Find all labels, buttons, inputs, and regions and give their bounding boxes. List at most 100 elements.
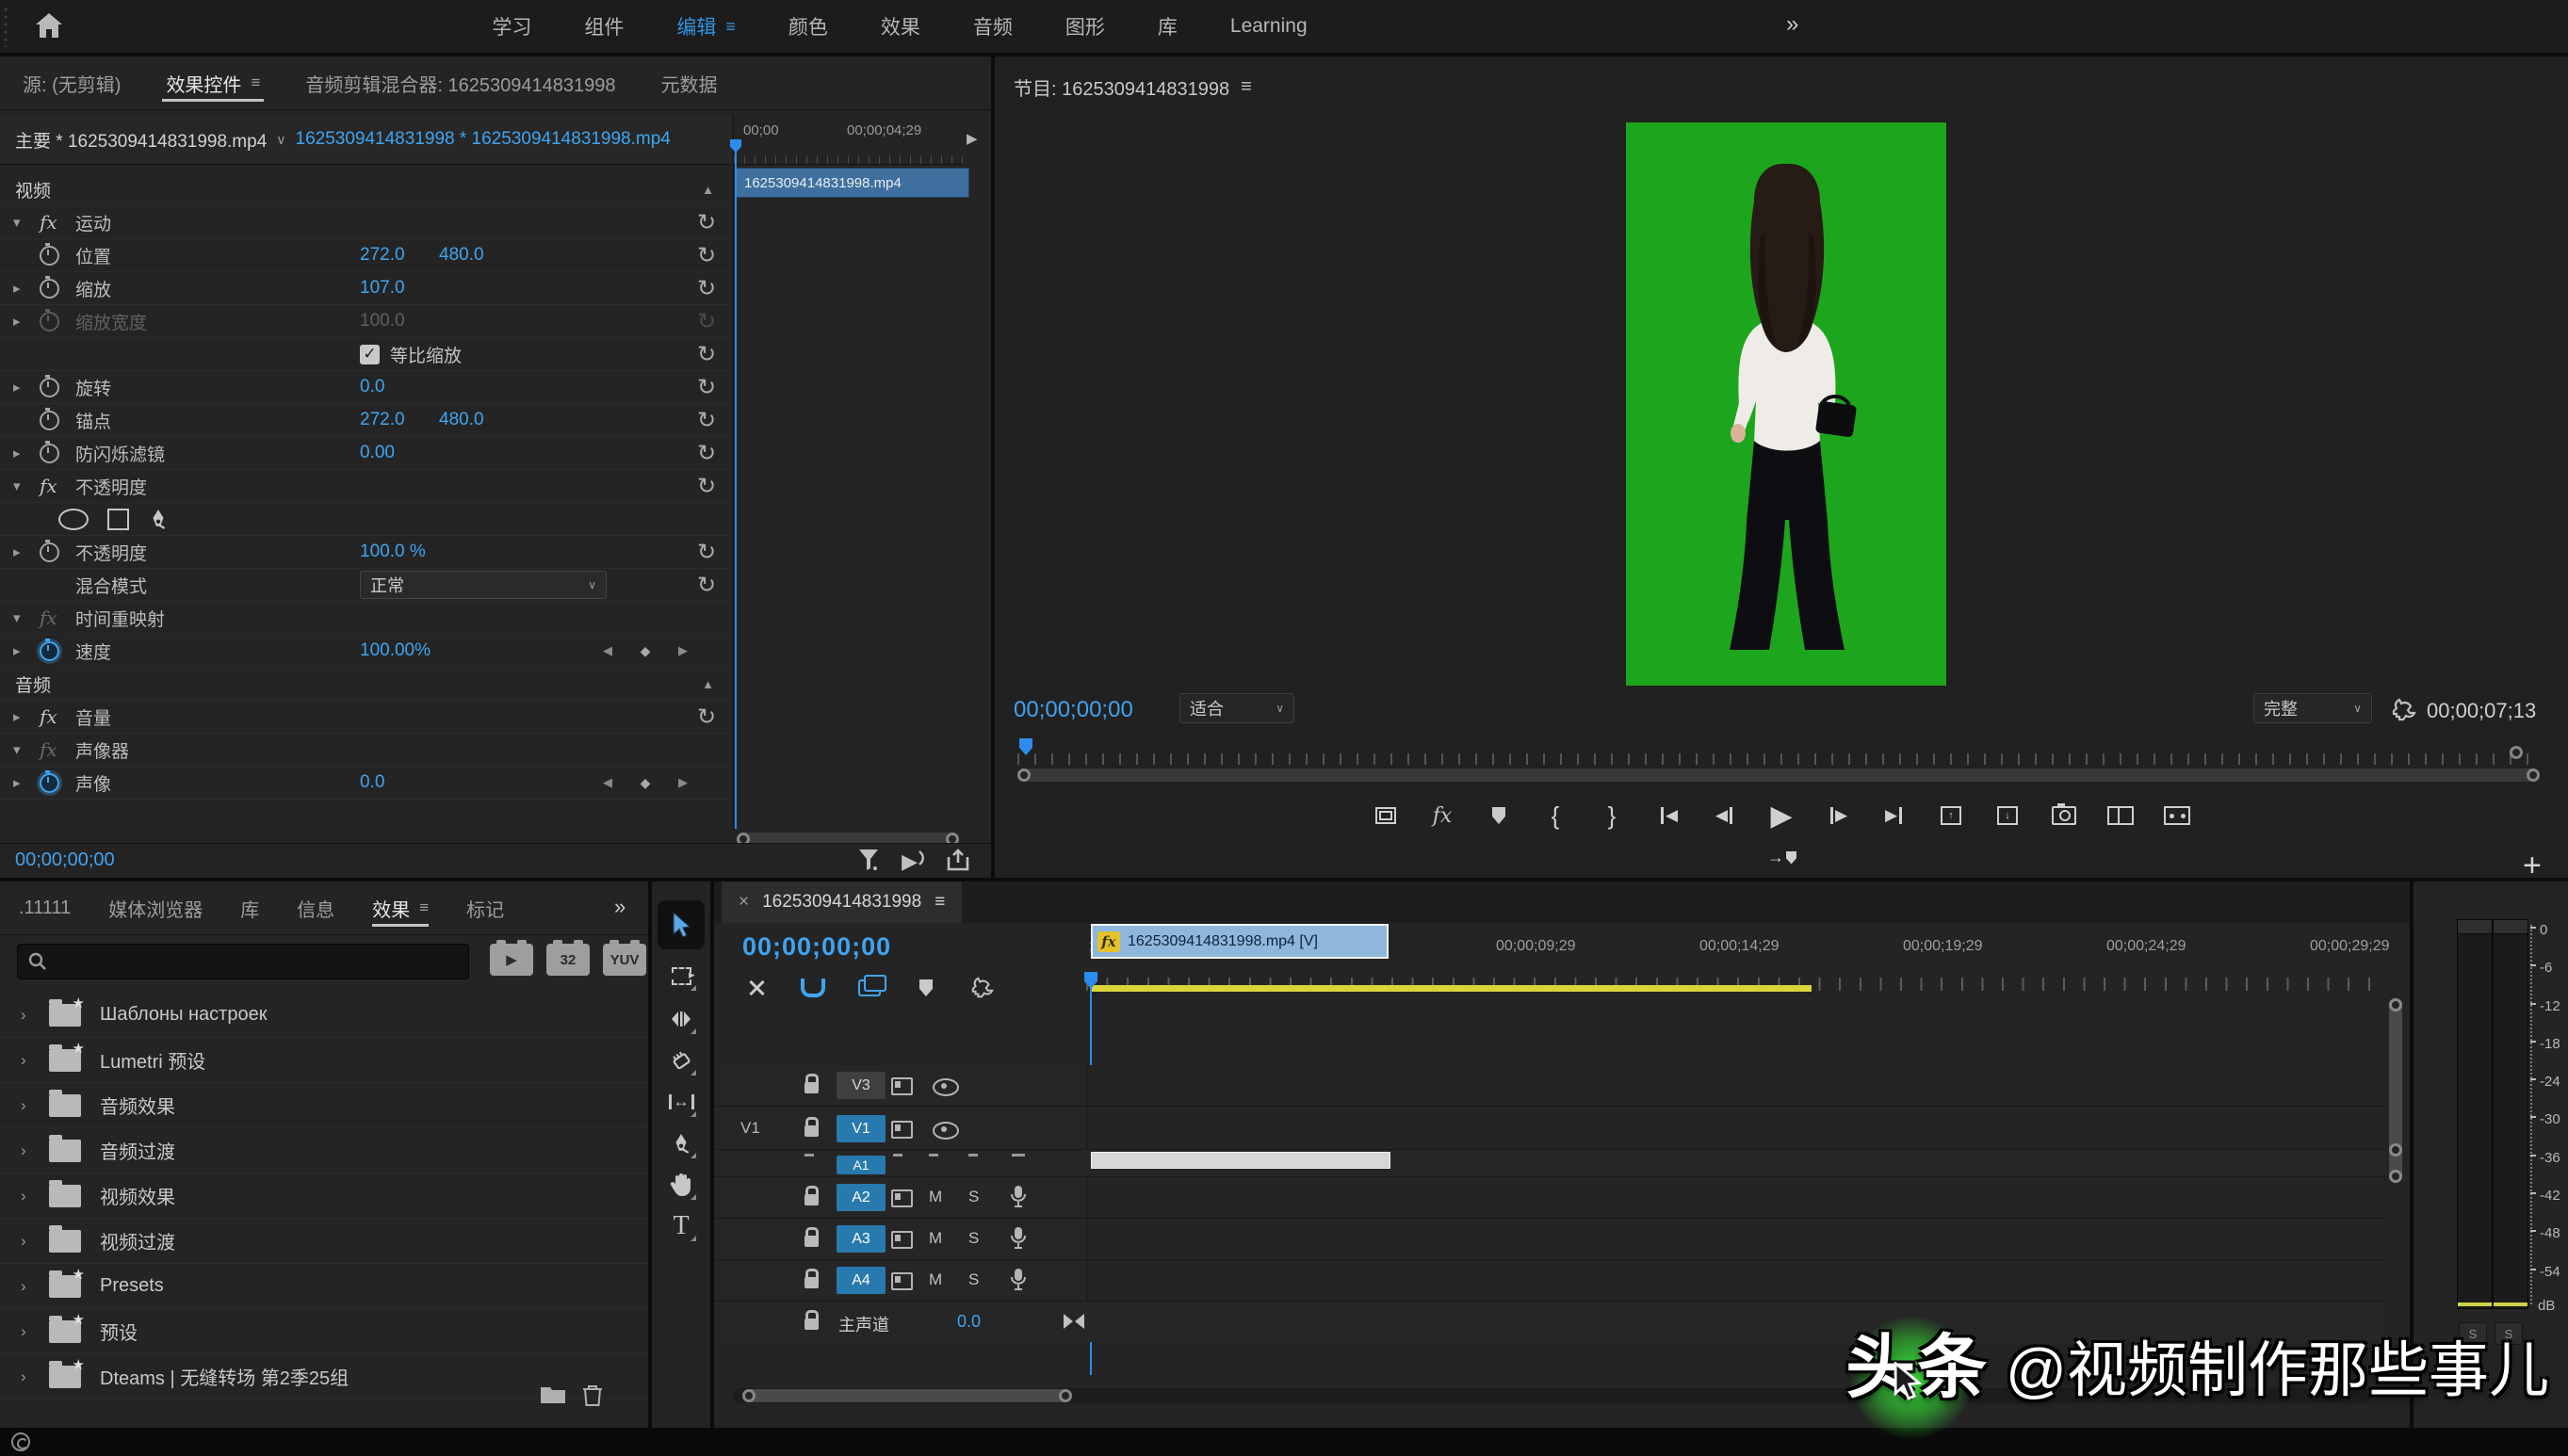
disclosure-icon[interactable]: ▸ xyxy=(0,313,40,330)
safe-margins-icon[interactable] xyxy=(1371,801,1401,831)
ellipse-mask-icon[interactable] xyxy=(58,509,89,530)
uniform-scale-checkbox[interactable]: ✓ xyxy=(360,345,380,364)
filter-properties-icon[interactable] xyxy=(857,848,880,877)
program-scrollbar[interactable] xyxy=(1017,768,2540,782)
master-clip-label[interactable]: 主要 * 1625309414831998.mp4 xyxy=(15,127,267,153)
mute-button[interactable]: M xyxy=(929,1188,942,1206)
effects-bin-row[interactable]: › 音频效果 xyxy=(0,1083,648,1128)
panel-tab[interactable]: 效果 ≡ xyxy=(353,882,447,934)
master-gain-value[interactable]: 0.0 xyxy=(957,1312,981,1332)
panel-menu-icon[interactable]: ≡ xyxy=(419,898,429,917)
reset-icon[interactable]: ↺ xyxy=(697,275,716,302)
go-to-out-icon[interactable]: ▶ xyxy=(1879,801,1910,831)
disclosure-icon[interactable]: ▸ xyxy=(0,708,40,725)
stopwatch-icon[interactable] xyxy=(40,411,59,430)
effects-filter-badge[interactable]: YUV xyxy=(603,944,646,976)
property-value[interactable]: 480.0 xyxy=(439,245,484,266)
disclosure-icon[interactable]: ▾ xyxy=(0,214,40,231)
sequence-tab[interactable]: × 1625309414831998 ≡ xyxy=(722,882,962,923)
property-value[interactable]: 480.0 xyxy=(439,410,484,430)
disclosure-icon[interactable]: › xyxy=(0,1322,49,1341)
effects-bin-row[interactable]: › 音频过渡 xyxy=(0,1128,648,1173)
reset-icon[interactable]: ↺ xyxy=(697,473,716,500)
property-value[interactable]: 0.00 xyxy=(360,443,395,463)
effect-mini-ruler[interactable]: 00;00 00;00;04;29 xyxy=(734,115,964,165)
program-video-frame[interactable] xyxy=(1626,122,1946,686)
panel-tab[interactable]: 标记 xyxy=(447,882,523,934)
property-value[interactable]: 0.0 xyxy=(360,377,384,397)
export-icon[interactable] xyxy=(946,848,970,877)
scroll-thumb[interactable] xyxy=(742,1389,1072,1402)
overflow-icon[interactable]: » xyxy=(1786,11,1796,38)
video-track-row-v1[interactable]: V1 V1 xyxy=(714,1108,2386,1150)
scroll-knob[interactable] xyxy=(742,1389,756,1402)
reset-icon[interactable]: ↺ xyxy=(697,407,716,434)
scroll-knob[interactable] xyxy=(2527,768,2540,782)
workspace-tab[interactable]: 学习 xyxy=(492,12,531,40)
zoom-level-select[interactable]: 适合 ∨ xyxy=(1179,693,1294,723)
effects-bin-row[interactable]: › 视频过渡 xyxy=(0,1219,648,1264)
disclosure-icon[interactable]: › xyxy=(0,1096,49,1115)
source-patch-label[interactable]: V1 xyxy=(740,1119,760,1138)
add-keyframe-icon[interactable]: ◆ xyxy=(641,643,651,659)
property-value[interactable]: 272.0 xyxy=(360,410,405,430)
playback-resolution-select[interactable]: 完整 ∨ xyxy=(2253,693,2372,723)
prev-keyframe-icon[interactable]: ◀ xyxy=(603,643,612,658)
property-value[interactable]: 100.0 xyxy=(360,311,405,332)
track-content[interactable] xyxy=(1086,1260,2386,1301)
workspace-tab[interactable]: Learning xyxy=(1230,15,1308,38)
panel-tab[interactable]: 库 xyxy=(221,882,278,934)
next-marker-icon[interactable]: → xyxy=(1767,848,1796,867)
panel-tab[interactable]: 源: (无剪辑) xyxy=(0,57,143,109)
reset-icon[interactable]: ↺ xyxy=(697,539,716,566)
track-select-forward-tool[interactable] xyxy=(664,959,698,993)
stopwatch-icon[interactable] xyxy=(40,444,59,463)
panel-tab[interactable]: 音频剪辑混合器: 1625309414831998 xyxy=(283,57,638,109)
program-ruler[interactable] xyxy=(1017,740,2540,765)
ruler-zoom-knob[interactable] xyxy=(2510,746,2523,759)
track-content[interactable] xyxy=(1086,1177,2386,1218)
reset-icon[interactable]: ↺ xyxy=(697,440,716,467)
hand-tool[interactable] xyxy=(664,1168,698,1202)
disclosure-icon[interactable]: › xyxy=(0,1277,49,1296)
workspace-tab[interactable]: 组件 xyxy=(584,12,624,40)
global-fx-mute-icon[interactable]: fx xyxy=(1427,801,1457,831)
export-frame-icon[interactable] xyxy=(2049,801,2079,831)
solo-button[interactable]: S xyxy=(968,1270,979,1289)
effects-bin-row[interactable]: › ★ Presets xyxy=(0,1264,648,1309)
track-badge[interactable]: A3 xyxy=(837,1225,886,1253)
nest-toggle-icon[interactable] xyxy=(742,974,771,1002)
effects-filter-badge[interactable]: 32 xyxy=(546,944,590,976)
property-value[interactable]: 272.0 xyxy=(360,245,405,266)
linked-selection-icon[interactable] xyxy=(855,974,884,1002)
sync-lock-icon[interactable] xyxy=(891,1189,913,1207)
voiceover-mic-icon[interactable] xyxy=(1010,1185,1027,1214)
scroll-up-icon[interactable]: ▲ xyxy=(702,183,714,197)
compare-view-icon[interactable] xyxy=(2105,801,2136,831)
expand-icon[interactable]: ▶ xyxy=(967,130,978,147)
track-content[interactable] xyxy=(1086,1065,2386,1106)
rect-mask-icon[interactable] xyxy=(107,509,129,530)
voiceover-mic-icon[interactable] xyxy=(1010,1268,1027,1297)
audio-track-row[interactable]: A2 M S xyxy=(714,1177,2386,1219)
audio-track-row[interactable]: A4 M S xyxy=(714,1260,2386,1302)
panel-tab[interactable]: 媒体浏览器 xyxy=(89,882,221,934)
keyframe-toggle-icon[interactable] xyxy=(1064,1314,1084,1329)
program-title[interactable]: 节目: 1625309414831998 xyxy=(1014,73,1229,101)
prev-keyframe-icon[interactable]: ◀ xyxy=(603,775,612,790)
lift-icon[interactable]: ↑ xyxy=(1936,801,1966,831)
mark-in-icon[interactable]: { xyxy=(1540,801,1570,831)
effects-filter-badge[interactable]: ▶ xyxy=(490,944,533,976)
panel-menu-icon[interactable]: ≡ xyxy=(935,892,945,913)
stopwatch-icon[interactable] xyxy=(40,542,59,562)
track-lock-icon[interactable] xyxy=(805,1082,819,1093)
razor-tool[interactable] xyxy=(664,1043,698,1077)
property-value[interactable]: 100.0 % xyxy=(360,542,426,562)
sync-lock-icon[interactable] xyxy=(891,1121,913,1139)
stopwatch-icon[interactable] xyxy=(40,312,59,332)
reset-icon[interactable]: ↺ xyxy=(697,209,716,236)
workspace-tab[interactable]: 图形 xyxy=(1065,12,1105,40)
scroll-knob[interactable] xyxy=(1017,768,1031,782)
add-button-icon[interactable]: + xyxy=(2523,848,2542,878)
panel-tab[interactable]: 信息 xyxy=(278,882,353,934)
